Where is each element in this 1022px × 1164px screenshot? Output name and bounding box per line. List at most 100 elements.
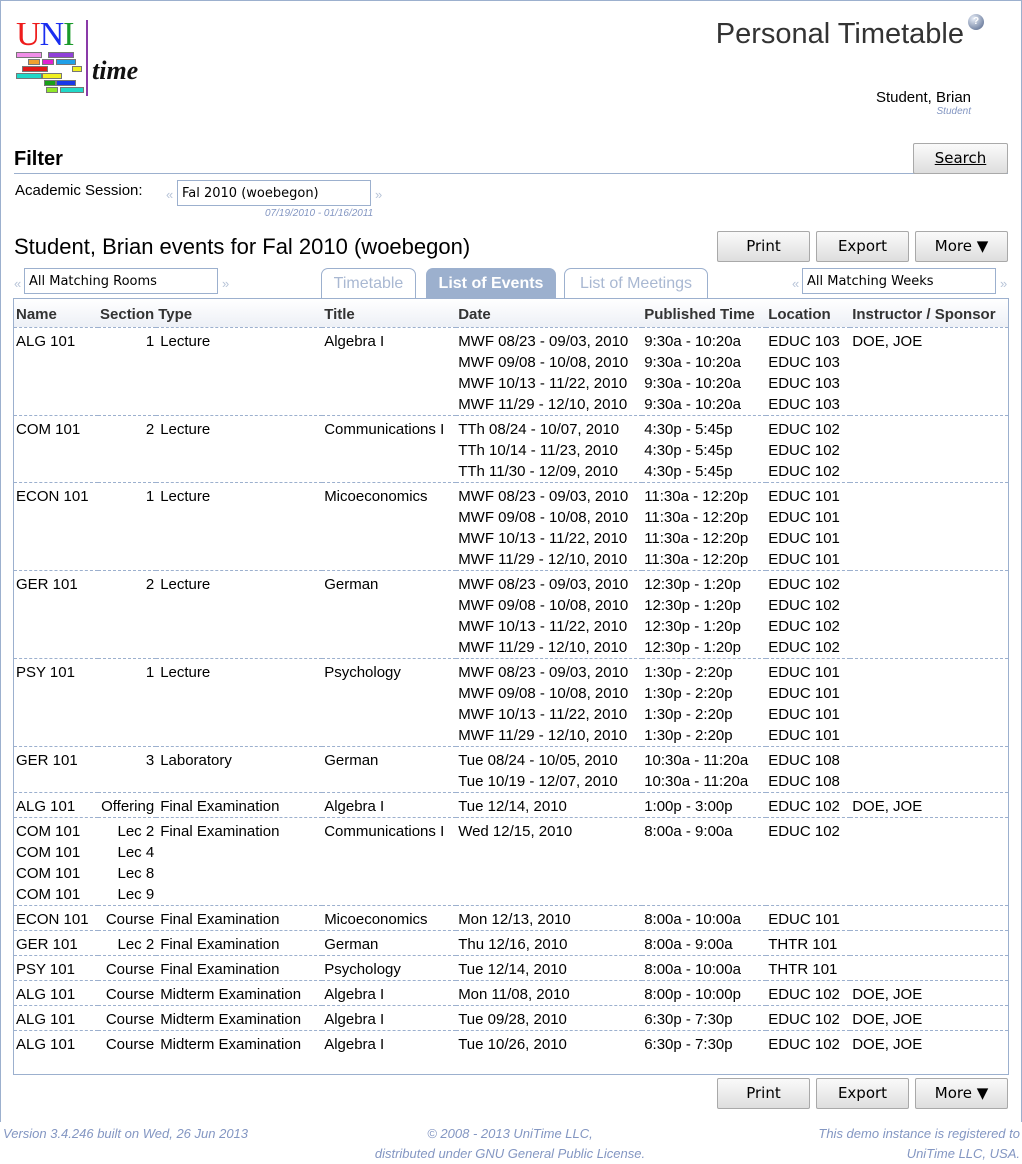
weeks-filter-input[interactable] xyxy=(802,268,996,294)
cell-date: Tue 09/28, 2010 xyxy=(456,1005,643,1031)
footer-copyright-line-1: © 2008 - 2013 UniTime LLC, xyxy=(427,1126,593,1141)
table-row[interactable]: ECON 101 Course Final Examination Micoecono… xyxy=(14,905,1008,931)
col-header-date[interactable]: Date xyxy=(456,299,643,328)
rooms-filter-input[interactable] xyxy=(24,268,218,294)
tab-list-of-events-label: List of Events xyxy=(438,275,544,292)
cell-published-time: 8:00a - 9:00a xyxy=(642,930,767,956)
session-prev-arrow[interactable]: « xyxy=(166,187,173,202)
cell-instructor: DOE, JOE xyxy=(850,1005,1008,1031)
cell-published-time: 10:30a - 11:20a 10:30a - 11:20a xyxy=(642,746,767,793)
date-line: TTh 08/24 - 10/07, 2010 xyxy=(458,420,620,438)
date-line: Tue 12/14, 2010 xyxy=(458,960,567,978)
weeks-prev-arrow[interactable]: « xyxy=(792,276,799,291)
col-header-type[interactable]: Type xyxy=(156,299,323,328)
table-row[interactable]: ALG 101 Course Midterm Examination Algebra … xyxy=(14,1030,1008,1055)
export-button[interactable]: Export xyxy=(816,231,909,262)
print-button-bottom[interactable]: Print xyxy=(717,1078,810,1109)
col-header-location[interactable]: Location xyxy=(766,299,851,328)
table-row[interactable]: ALG 101 Course Midterm Examination Algebra … xyxy=(14,980,1008,1006)
cell-section: Course xyxy=(98,1030,156,1055)
table-row[interactable]: ALG 101 Offering Final Examination Algebra … xyxy=(14,792,1008,818)
date-line: MWF 11/29 - 12/10, 2010 xyxy=(458,395,628,413)
name-line: ALG 101 xyxy=(16,332,76,350)
published-time-line: 8:00a - 10:00a xyxy=(644,910,741,928)
print-button[interactable]: Print xyxy=(717,231,810,262)
table-row[interactable]: COM 101 COM 101 COM 101 COM 101 Lec 2 Lec 4 Le… xyxy=(14,817,1008,906)
cell-instructor xyxy=(850,482,1008,571)
table-row[interactable]: PSY 101 1 Lecture Psychology MWF 08/23 - 09/… xyxy=(14,658,1008,747)
more-button[interactable]: More ▼ xyxy=(915,231,1008,262)
help-icon[interactable]: ? xyxy=(968,14,984,30)
col-header-instructor[interactable]: Instructor / Sponsor xyxy=(850,299,1008,328)
name-line: ECON 101 xyxy=(16,487,89,505)
export-button-bottom[interactable]: Export xyxy=(816,1078,909,1109)
cell-name: GER 101 xyxy=(14,930,98,956)
cell-date: Wed 12/15, 2010 xyxy=(456,817,643,906)
table-row[interactable]: GER 101 3 Laboratory German Tue 08/24 - 10/0… xyxy=(14,746,1008,793)
footer-copyright: © 2008 - 2013 UniTime LLC, distributed u… xyxy=(340,1124,680,1164)
cell-name: ALG 101 xyxy=(14,792,98,818)
cell-section: 3 xyxy=(98,746,157,793)
cell-instructor xyxy=(850,930,1008,956)
tab-list-of-meetings[interactable]: List of Meetings xyxy=(564,268,708,298)
cell-type: Final Examination xyxy=(156,817,323,906)
footer-registration-line-2: UniTime LLC, USA. xyxy=(906,1146,1020,1161)
published-time-line: 6:30p - 7:30p xyxy=(644,1035,733,1053)
published-time-line: 10:30a - 11:20a xyxy=(644,751,749,769)
col-header-section[interactable]: Section xyxy=(98,299,157,328)
cell-title: Psychology xyxy=(322,658,457,747)
unitime-logo[interactable]: UNI time xyxy=(14,18,154,98)
table-row[interactable]: PSY 101 Course Final Examination Psychology… xyxy=(14,955,1008,981)
user-name[interactable]: Student, Brian xyxy=(876,89,971,106)
section-line: Lec 2 xyxy=(117,935,155,953)
published-time-line: 11:30a - 12:20p xyxy=(644,508,749,526)
date-line: Tue 10/26, 2010 xyxy=(458,1035,567,1053)
col-header-published-time[interactable]: Published Time xyxy=(642,299,767,328)
name-line: GER 101 xyxy=(16,575,78,593)
tab-timetable-label: Timetable xyxy=(333,275,404,292)
export-button-bottom-label: Export xyxy=(837,1084,888,1102)
table-row[interactable]: GER 101 Lec 2 Final Examination German Thu 1… xyxy=(14,930,1008,956)
name-line: PSY 101 xyxy=(16,960,75,978)
tab-timetable[interactable]: Timetable xyxy=(321,268,416,298)
events-table-body: ALG 101 1 Lecture Algebra I MWF 08/23 - 09/0… xyxy=(14,327,1008,1055)
rooms-next-arrow[interactable]: » xyxy=(222,276,229,291)
cell-date: MWF 08/23 - 09/03, 2010 MWF 09/08 - 10/08… xyxy=(456,327,643,416)
table-row[interactable]: ECON 101 1 Lecture Micoeconomics MWF 08/23 -… xyxy=(14,482,1008,571)
cell-section: 1 xyxy=(98,482,157,571)
cell-title: Algebra I xyxy=(322,792,457,818)
table-row[interactable]: COM 101 2 Lecture Communications I TTh 08/24… xyxy=(14,415,1008,483)
section-line: 1 xyxy=(145,332,155,350)
date-line: MWF 09/08 - 10/08, 2010 xyxy=(458,508,629,526)
location-line: EDUC 102 xyxy=(768,638,840,656)
search-button[interactable]: Search xyxy=(913,143,1008,174)
table-row[interactable]: ALG 101 1 Lecture Algebra I MWF 08/23 - 09/0… xyxy=(14,327,1008,416)
date-line: Thu 12/16, 2010 xyxy=(458,935,568,953)
table-row[interactable]: GER 101 2 Lecture German MWF 08/23 - 09/03, … xyxy=(14,570,1008,659)
cell-published-time: 6:30p - 7:30p xyxy=(642,1030,766,1055)
academic-session-input[interactable] xyxy=(177,180,371,206)
more-button-bottom[interactable]: More ▼ xyxy=(915,1078,1008,1109)
cell-location: EDUC 101 xyxy=(766,905,851,931)
section-line: Offering xyxy=(101,797,155,815)
col-header-title[interactable]: Title xyxy=(322,299,457,328)
logo-letter-i: I xyxy=(63,16,74,53)
col-header-name[interactable]: Name xyxy=(14,299,98,328)
rooms-prev-arrow[interactable]: « xyxy=(14,276,21,291)
name-line: COM 101 xyxy=(16,420,81,438)
export-button-label: Export xyxy=(837,237,888,255)
date-line: MWF 10/13 - 11/22, 2010 xyxy=(458,705,628,723)
weeks-next-arrow[interactable]: » xyxy=(1000,276,1007,291)
cell-location: EDUC 102 xyxy=(766,792,851,818)
date-line: MWF 11/29 - 12/10, 2010 xyxy=(458,726,628,744)
date-line: MWF 09/08 - 10/08, 2010 xyxy=(458,684,629,702)
section-line: Lec 4 xyxy=(117,843,155,861)
cell-name: PSY 101 xyxy=(14,658,98,747)
events-title: Student, Brian events for Fal 2010 (woeb… xyxy=(14,234,471,259)
cell-date: MWF 08/23 - 09/03, 2010 MWF 09/08 - 10/08… xyxy=(456,658,643,747)
section-line: Lec 9 xyxy=(117,885,155,903)
footer-copyright-line-2: distributed under GNU General Public Lic… xyxy=(374,1146,646,1161)
table-row[interactable]: ALG 101 Course Midterm Examination Algebra … xyxy=(14,1005,1008,1031)
session-next-arrow[interactable]: » xyxy=(375,187,382,202)
tab-list-of-events[interactable]: List of Events xyxy=(426,268,556,298)
